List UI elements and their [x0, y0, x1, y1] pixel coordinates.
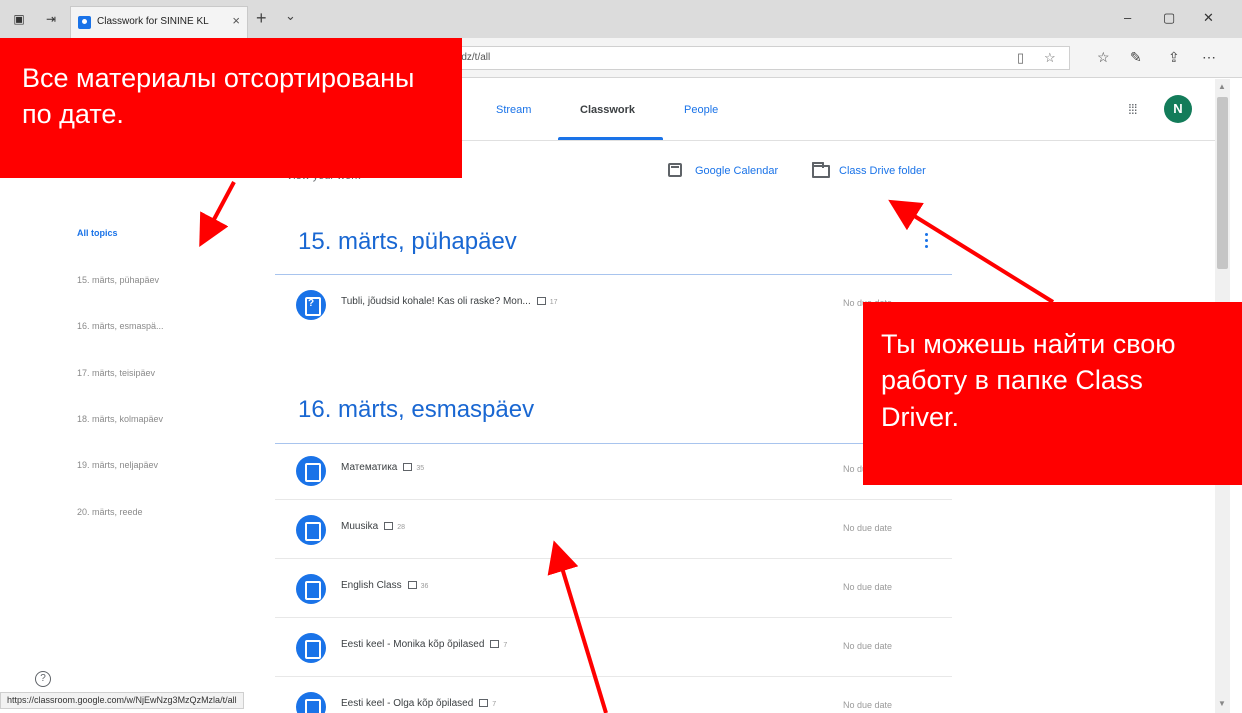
screenshot-root: ▣ ⇥ Classwork for SININE KL × + ⌄ – ▢ ✕ …	[0, 0, 1242, 713]
arrow-to-topics	[199, 181, 236, 248]
annotation-arrows	[199, 181, 1055, 713]
arrow-to-items	[547, 540, 608, 713]
arrow-to-drive-folder	[888, 199, 1055, 304]
